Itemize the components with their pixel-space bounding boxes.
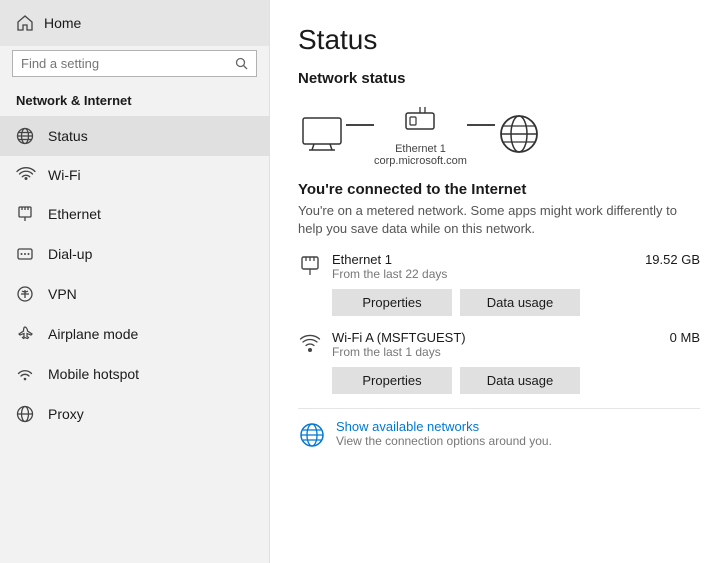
sidebar-item-hotspot-label: Mobile hotspot	[48, 366, 139, 382]
sidebar: Home Network & Internet Status	[0, 0, 270, 563]
wifi-name: Wi-Fi A (MSFTGUEST)	[332, 330, 660, 345]
ethernet1-properties-button[interactable]: Properties	[332, 289, 452, 316]
wifi-sub: From the last 1 days	[332, 345, 660, 359]
wifi-header: Wi-Fi A (MSFTGUEST) From the last 1 days…	[298, 330, 700, 359]
sidebar-section-title: Network & Internet	[0, 87, 269, 116]
sidebar-item-hotspot[interactable]: Mobile hotspot	[0, 354, 269, 394]
sidebar-home-label: Home	[44, 15, 81, 31]
sidebar-item-vpn[interactable]: VPN	[0, 274, 269, 314]
ethernet1-item: Ethernet 1 From the last 22 days 19.52 G…	[298, 252, 700, 316]
wifi-buttons: Properties Data usage	[332, 367, 700, 394]
airplane-icon	[16, 325, 36, 343]
wifi-data-usage-button[interactable]: Data usage	[460, 367, 580, 394]
connected-sub: You're on a metered network. Some apps m…	[298, 202, 698, 238]
internet-globe-icon	[495, 114, 543, 154]
show-networks-info: Show available networks View the connect…	[336, 419, 552, 448]
ethernet1-icon	[298, 254, 322, 278]
hotspot-icon	[16, 365, 36, 383]
sidebar-item-status[interactable]: Status	[0, 116, 269, 156]
wifi-info: Wi-Fi A (MSFTGUEST) From the last 1 days	[332, 330, 660, 359]
router-icon	[396, 101, 444, 141]
sidebar-item-ethernet[interactable]: Ethernet	[0, 194, 269, 234]
ethernet-icon	[16, 205, 36, 223]
sidebar-item-dialup-label: Dial-up	[48, 246, 92, 262]
sidebar-item-vpn-label: VPN	[48, 286, 77, 302]
sidebar-item-ethernet-label: Ethernet	[48, 206, 101, 222]
ethernet1-info: Ethernet 1 From the last 22 days	[332, 252, 635, 281]
wifi-data: 0 MB	[670, 330, 700, 345]
show-networks-sub: View the connection options around you.	[336, 434, 552, 448]
wifi-properties-button[interactable]: Properties	[332, 367, 452, 394]
sidebar-item-wifi[interactable]: Wi-Fi	[0, 156, 269, 194]
wifi-network-icon	[298, 332, 322, 354]
main-content: Status Network status	[270, 0, 728, 563]
wifi-item: Wi-Fi A (MSFTGUEST) From the last 1 days…	[298, 330, 700, 394]
search-icon	[235, 57, 248, 70]
vpn-icon	[16, 285, 36, 303]
divider	[298, 408, 700, 409]
connected-title: You're connected to the Internet	[298, 181, 700, 198]
diagram-pc-node	[298, 114, 346, 154]
sidebar-item-status-label: Status	[48, 128, 88, 144]
search-box[interactable]	[12, 50, 257, 77]
sidebar-item-airplane-label: Airplane mode	[48, 326, 138, 342]
network-diagram: Ethernet 1 corp.microsoft.com	[298, 101, 700, 167]
ethernet1-name: Ethernet 1	[332, 252, 635, 267]
ethernet1-buttons: Properties Data usage	[332, 289, 700, 316]
show-networks-icon	[298, 421, 326, 449]
network-status-heading: Network status	[298, 70, 700, 87]
ethernet1-sub: From the last 22 days	[332, 267, 635, 281]
diagram-globe-node	[495, 114, 543, 154]
search-input[interactable]	[21, 56, 229, 71]
wifi-icon	[16, 167, 36, 183]
ethernet1-data: 19.52 GB	[645, 252, 700, 267]
page-title: Status	[298, 24, 700, 56]
pc-icon	[298, 114, 346, 154]
sidebar-item-proxy[interactable]: Proxy	[0, 394, 269, 434]
sidebar-item-wifi-label: Wi-Fi	[48, 167, 81, 183]
diagram-router-label: Ethernet 1 corp.microsoft.com	[374, 143, 467, 167]
sidebar-item-dialup[interactable]: Dial-up	[0, 234, 269, 274]
sidebar-home-button[interactable]: Home	[0, 0, 269, 46]
proxy-icon	[16, 405, 36, 423]
diagram-line1	[346, 124, 374, 126]
show-networks-title[interactable]: Show available networks	[336, 419, 552, 434]
globe-icon	[16, 127, 36, 145]
sidebar-item-proxy-label: Proxy	[48, 406, 84, 422]
sidebar-item-airplane[interactable]: Airplane mode	[0, 314, 269, 354]
diagram-router-node: Ethernet 1 corp.microsoft.com	[374, 101, 467, 167]
diagram-line2	[467, 124, 495, 126]
ethernet1-header: Ethernet 1 From the last 22 days 19.52 G…	[298, 252, 700, 281]
dialup-icon	[16, 245, 36, 263]
ethernet1-data-usage-button[interactable]: Data usage	[460, 289, 580, 316]
home-icon	[16, 14, 34, 32]
show-available-networks-button[interactable]: Show available networks View the connect…	[298, 419, 700, 449]
